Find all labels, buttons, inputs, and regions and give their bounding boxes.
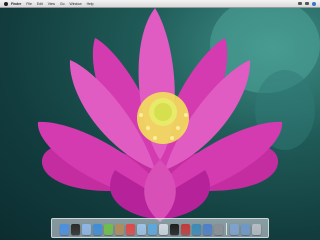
spaces-icon[interactable] xyxy=(202,224,212,235)
photo-booth-icon[interactable] xyxy=(180,224,190,235)
safari-icon[interactable] xyxy=(92,224,102,235)
menu-edit[interactable]: Edit xyxy=(37,2,43,6)
itunes-icon[interactable] xyxy=(147,224,157,235)
front-row-icon[interactable] xyxy=(169,224,179,235)
time-machine-icon[interactable] xyxy=(191,224,201,235)
menu-app-name[interactable]: Finder xyxy=(11,2,21,6)
dock xyxy=(51,218,269,238)
dashboard-icon[interactable] xyxy=(70,224,80,235)
clock-icon[interactable] xyxy=(305,2,309,5)
address-book-icon[interactable] xyxy=(114,224,124,235)
spotlight-icon[interactable] xyxy=(312,1,316,6)
menu-file[interactable]: File xyxy=(26,2,31,6)
preview-icon[interactable] xyxy=(136,224,146,235)
menu-extras xyxy=(298,1,316,6)
finder-icon[interactable] xyxy=(59,224,69,235)
menu-bar: Finder File Edit View Go Window Help xyxy=(0,0,320,8)
desktop: Finder File Edit View Go Window Help xyxy=(0,0,320,240)
iphoto-icon[interactable] xyxy=(158,224,168,235)
downloads-stack-icon[interactable] xyxy=(240,224,250,235)
system-preferences-icon[interactable] xyxy=(213,224,223,235)
ical-icon[interactable] xyxy=(125,224,135,235)
wallpaper-lotus xyxy=(37,0,320,222)
apple-menu-icon[interactable] xyxy=(4,1,8,6)
trash-icon[interactable] xyxy=(251,224,261,235)
menu-view[interactable]: View xyxy=(48,2,55,6)
applications-stack-icon[interactable] xyxy=(229,224,239,235)
menu-window[interactable]: Window xyxy=(70,2,82,6)
menu-go[interactable]: Go xyxy=(60,2,65,6)
volume-icon[interactable] xyxy=(298,2,302,5)
ichat-icon[interactable] xyxy=(103,224,113,235)
mail-icon[interactable] xyxy=(81,224,91,235)
dock-separator xyxy=(225,223,227,235)
menu-help[interactable]: Help xyxy=(87,2,94,6)
